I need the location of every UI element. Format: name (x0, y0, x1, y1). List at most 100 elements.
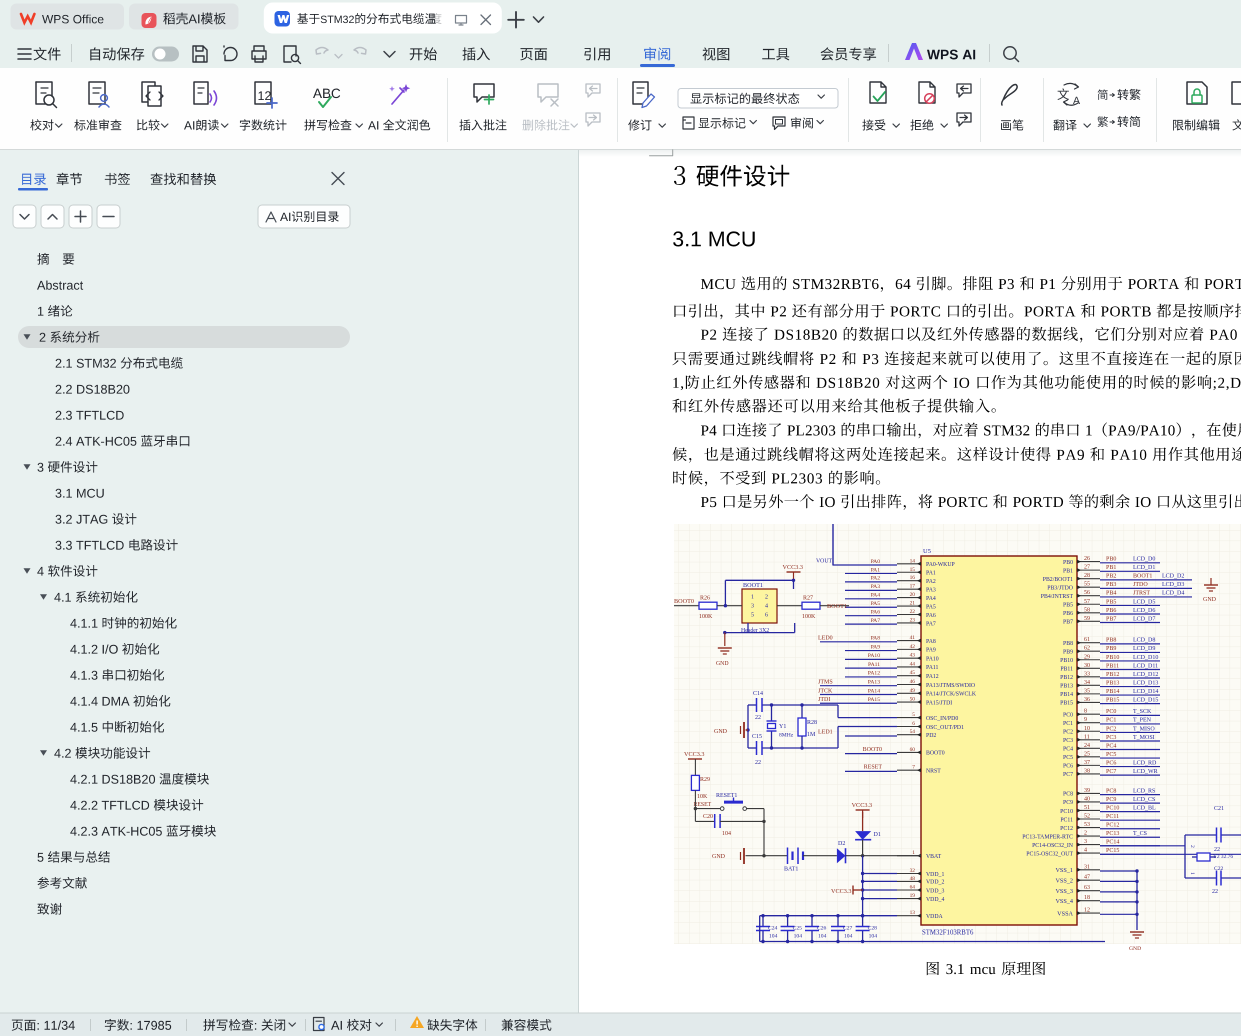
svg-text:22: 22 (1212, 889, 1218, 895)
svg-text:PB11: PB11 (1106, 663, 1119, 669)
svg-text:61: 61 (1084, 637, 1090, 643)
svg-text:PC11: PC11 (1106, 814, 1119, 820)
svg-text:62: 62 (1084, 646, 1090, 652)
svg-text:PA13: PA13 (868, 680, 880, 686)
svg-text:C20: C20 (703, 814, 713, 820)
svg-text:PB5: PB5 (1063, 603, 1073, 609)
svg-text:PC14-OSC32_IN: PC14-OSC32_IN (1032, 843, 1074, 849)
svg-text:36: 36 (1084, 697, 1090, 703)
svg-text:JTCK: JTCK (818, 688, 833, 694)
svg-text:LED1: LED1 (818, 730, 833, 736)
svg-text:PA5: PA5 (926, 604, 936, 610)
svg-text:PC7: PC7 (1106, 769, 1116, 775)
svg-text:VCC3.3: VCC3.3 (852, 802, 872, 809)
svg-text:PB2/BOOT1: PB2/BOOT1 (1043, 577, 1073, 583)
svg-text:26: 26 (1084, 556, 1090, 562)
svg-text:VSSA: VSSA (1057, 910, 1073, 917)
svg-text:U5: U5 (923, 548, 931, 555)
svg-text:BOOT0: BOOT0 (926, 751, 945, 757)
svg-text:LCD_D1: LCD_D1 (1133, 565, 1155, 571)
svg-text:PB6: PB6 (1063, 611, 1073, 617)
svg-text:PA12: PA12 (868, 671, 880, 677)
svg-text:PA9: PA9 (926, 648, 936, 654)
svg-text:PC3: PC3 (1106, 735, 1116, 741)
svg-text:PC10: PC10 (1060, 809, 1073, 815)
svg-text:LCD_RD: LCD_RD (1133, 760, 1157, 766)
svg-text:PB11: PB11 (1060, 667, 1073, 673)
svg-text:PA10: PA10 (926, 656, 939, 662)
svg-text:7: 7 (912, 765, 915, 771)
svg-text:PC5: PC5 (1063, 755, 1073, 761)
svg-text:PB8: PB8 (1063, 641, 1073, 647)
svg-text:45: 45 (910, 670, 916, 676)
svg-text:PA1: PA1 (926, 571, 936, 577)
svg-text:PA14: PA14 (868, 688, 880, 694)
svg-text:29: 29 (1084, 654, 1090, 660)
svg-text:C21: C21 (1214, 806, 1224, 812)
svg-text:PC10: PC10 (1106, 805, 1119, 811)
svg-text:PA6: PA6 (926, 613, 936, 619)
svg-text:39: 39 (1084, 788, 1090, 794)
svg-text:T_PEN: T_PEN (1133, 718, 1152, 724)
svg-text:R27: R27 (803, 596, 813, 602)
svg-text:LCD_D7: LCD_D7 (1133, 616, 1155, 622)
svg-text:PA15: PA15 (868, 697, 880, 703)
svg-text:PB7: PB7 (1106, 616, 1116, 622)
svg-text:VSS_1: VSS_1 (1055, 867, 1073, 874)
svg-text:5: 5 (751, 613, 754, 619)
svg-text:RESET: RESET (864, 765, 883, 771)
svg-text:1M: 1M (807, 732, 816, 738)
svg-text:R26: R26 (700, 596, 710, 602)
svg-text:PB6: PB6 (1106, 608, 1116, 614)
svg-text:PA14/JTCK/SWCLK: PA14/JTCK/SWCLK (926, 692, 977, 698)
svg-text:PB14: PB14 (1106, 689, 1119, 695)
svg-text:100K: 100K (802, 614, 816, 620)
svg-text:LED0: LED0 (818, 636, 833, 642)
svg-text:44: 44 (910, 661, 916, 667)
svg-text:37: 37 (1084, 760, 1090, 766)
svg-text:C14: C14 (753, 691, 763, 697)
svg-text:LCD_RS: LCD_RS (1133, 788, 1155, 794)
svg-text:5: 5 (912, 712, 915, 718)
svg-text:PA5: PA5 (871, 601, 881, 607)
svg-text:PC9: PC9 (1063, 800, 1073, 806)
svg-text:43: 43 (910, 653, 916, 659)
svg-text:VCC3.3: VCC3.3 (684, 751, 704, 758)
svg-text:PA11: PA11 (868, 662, 880, 668)
svg-text:33: 33 (1084, 671, 1090, 677)
svg-text:104: 104 (844, 934, 853, 940)
svg-text:2: 2 (1084, 831, 1087, 837)
svg-text:23: 23 (910, 617, 916, 623)
svg-text:C25: C25 (793, 926, 803, 932)
svg-text:25: 25 (1084, 751, 1090, 757)
svg-text:PB13: PB13 (1060, 684, 1073, 690)
svg-text:6: 6 (912, 721, 915, 727)
svg-text:64: 64 (910, 885, 916, 891)
svg-text:PC3: PC3 (1063, 738, 1073, 744)
svg-text:2: 2 (1189, 845, 1195, 848)
svg-text:22: 22 (910, 609, 916, 615)
svg-text:41: 41 (910, 635, 916, 641)
svg-text:PB4: PB4 (1106, 591, 1116, 597)
svg-text:4: 4 (1084, 848, 1087, 854)
svg-text:PA13/JTMS/SWDIO: PA13/JTMS/SWDIO (926, 683, 975, 689)
svg-text:PC1: PC1 (1063, 721, 1073, 727)
svg-text:104: 104 (818, 934, 827, 940)
svg-text:RESET1: RESET1 (716, 793, 737, 799)
svg-text:PA8: PA8 (926, 639, 936, 645)
svg-text:GND: GND (712, 854, 726, 860)
svg-text:9: 9 (1084, 717, 1087, 723)
svg-text:PC12: PC12 (1060, 826, 1073, 832)
svg-text:3: 3 (1084, 839, 1087, 845)
svg-text:VDDA: VDDA (926, 914, 944, 920)
svg-text:GND: GND (716, 661, 729, 667)
svg-text:63: 63 (1084, 885, 1090, 891)
svg-text:R29: R29 (700, 777, 710, 783)
svg-text:35: 35 (1084, 688, 1090, 694)
svg-text:54: 54 (910, 729, 916, 735)
svg-text:NRST: NRST (926, 769, 941, 775)
svg-text:PB5: PB5 (1106, 599, 1116, 605)
svg-text:LCD_D10: LCD_D10 (1133, 655, 1158, 661)
svg-text:PC11: PC11 (1060, 817, 1073, 823)
svg-text:PC6: PC6 (1106, 760, 1116, 766)
